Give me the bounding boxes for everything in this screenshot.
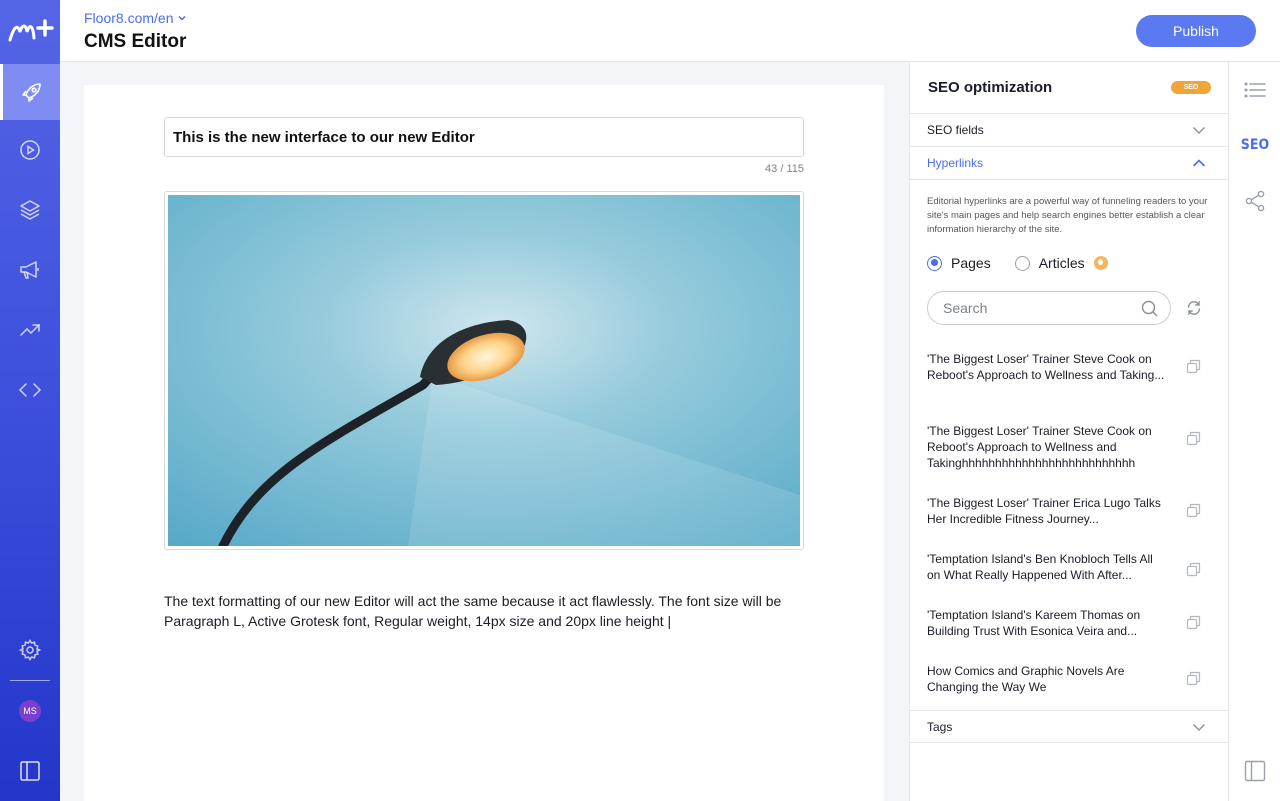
link-type-radios: Pages Articles	[927, 255, 1108, 271]
article-title-input[interactable]: This is the new interface to our new Edi…	[164, 117, 804, 157]
layers-icon	[20, 200, 40, 220]
share-icon	[1245, 190, 1265, 212]
tool-outline[interactable]	[1229, 62, 1280, 118]
copy-link-icon[interactable]	[1186, 359, 1201, 374]
nav-analytics[interactable]	[0, 302, 60, 358]
chevron-down-icon	[1193, 127, 1205, 134]
chevron-up-icon	[1192, 159, 1206, 167]
chevron-down-icon	[1193, 724, 1205, 731]
tags-label: Tags	[927, 719, 953, 734]
editor-canvas: This is the new interface to our new Edi…	[84, 85, 884, 801]
radio-articles[interactable]	[1014, 255, 1030, 271]
site-selector-label: Floor8.com/en	[84, 10, 174, 26]
search-icon	[1141, 300, 1158, 317]
brand-logo-icon[interactable]	[8, 18, 54, 44]
copy-link-icon[interactable]	[1186, 671, 1201, 686]
top-header: Floor8.com/en CMS Editor Publish	[60, 0, 1280, 62]
seo-panel-header: SEO optimization SEO	[910, 62, 1228, 114]
list-item[interactable]: How Comics and Graphic Novels Are Changi…	[927, 663, 1167, 695]
nav-video[interactable]	[0, 122, 60, 178]
list-item[interactable]: 'The Biggest Loser' Trainer Steve Cook o…	[927, 351, 1167, 383]
seo-fields-label: SEO fields	[927, 123, 984, 137]
megaphone-icon	[20, 261, 39, 279]
seo-panel: SEO optimization SEO SEO fields Hyperlin…	[909, 62, 1228, 801]
publish-button[interactable]: Publish	[1136, 15, 1256, 47]
list-item[interactable]: 'The Biggest Loser' Trainer Erica Lugo T…	[927, 495, 1167, 527]
nav-settings[interactable]	[0, 622, 60, 678]
rail-divider	[10, 680, 50, 681]
featured-image-block[interactable]	[164, 191, 804, 550]
gear-icon	[18, 639, 42, 661]
copy-link-icon[interactable]	[1186, 615, 1201, 630]
seo-badge: SEO	[1171, 81, 1211, 94]
seo-fields-accordion[interactable]: SEO fields	[910, 114, 1228, 147]
refresh-icon[interactable]	[1186, 300, 1202, 316]
nav-campaigns[interactable]	[0, 242, 60, 298]
radio-pages-label[interactable]: Pages	[951, 255, 991, 271]
sidebar-panel-icon	[20, 761, 40, 781]
seo-tab-label: SEO	[1240, 137, 1270, 153]
right-tool-rail: SEO	[1228, 62, 1280, 801]
play-circle-icon	[20, 140, 40, 160]
nav-code[interactable]	[0, 362, 60, 418]
nav-content-rocket[interactable]	[0, 64, 60, 120]
sidebar-panel-icon	[1244, 760, 1266, 782]
copy-link-icon[interactable]	[1186, 431, 1201, 446]
tool-seo[interactable]: SEO	[1229, 117, 1280, 173]
copy-link-icon[interactable]	[1186, 562, 1201, 577]
tool-share[interactable]	[1229, 173, 1280, 229]
tags-accordion[interactable]: Tags	[910, 710, 1228, 743]
tool-toggle-panel[interactable]	[1229, 743, 1280, 799]
chevron-down-icon	[178, 15, 187, 21]
seo-panel-title: SEO optimization	[928, 79, 1053, 96]
title-char-count: 43 / 115	[765, 163, 804, 175]
lightbulb-icon[interactable]	[1093, 256, 1108, 270]
rocket-icon	[21, 83, 41, 102]
radio-articles-label[interactable]: Articles	[1039, 255, 1085, 271]
hyperlinks-accordion[interactable]: Hyperlinks	[910, 147, 1228, 180]
hyperlinks-description: Editorial hyperlinks are a powerful way …	[927, 196, 1208, 235]
hyperlinks-label: Hyperlinks	[927, 156, 984, 170]
code-icon	[18, 383, 42, 397]
list-item[interactable]: 'The Biggest Loser' Trainer Steve Cook o…	[927, 423, 1167, 471]
avatar[interactable]: MS	[19, 700, 41, 722]
article-body-paragraph[interactable]: The text formatting of our new Editor wi…	[164, 591, 814, 631]
radio-pages[interactable]	[927, 255, 942, 271]
site-selector[interactable]: Floor8.com/en	[84, 10, 187, 26]
nav-toggle-sidebar[interactable]	[0, 743, 60, 799]
list-icon	[1244, 82, 1266, 98]
nav-layers[interactable]	[0, 182, 60, 238]
list-item[interactable]: 'Temptation Island's Kareem Thomas on Bu…	[927, 607, 1167, 639]
search-placeholder: Search	[943, 300, 988, 316]
trending-up-icon	[20, 324, 40, 336]
link-search-input[interactable]: Search	[927, 291, 1171, 325]
street-lamp-image	[168, 195, 800, 546]
list-item[interactable]: 'Temptation Island's Ben Knobloch Tells …	[927, 551, 1167, 583]
left-rail: MS	[0, 0, 60, 801]
copy-link-icon[interactable]	[1186, 503, 1201, 518]
page-title: CMS Editor	[84, 31, 187, 52]
